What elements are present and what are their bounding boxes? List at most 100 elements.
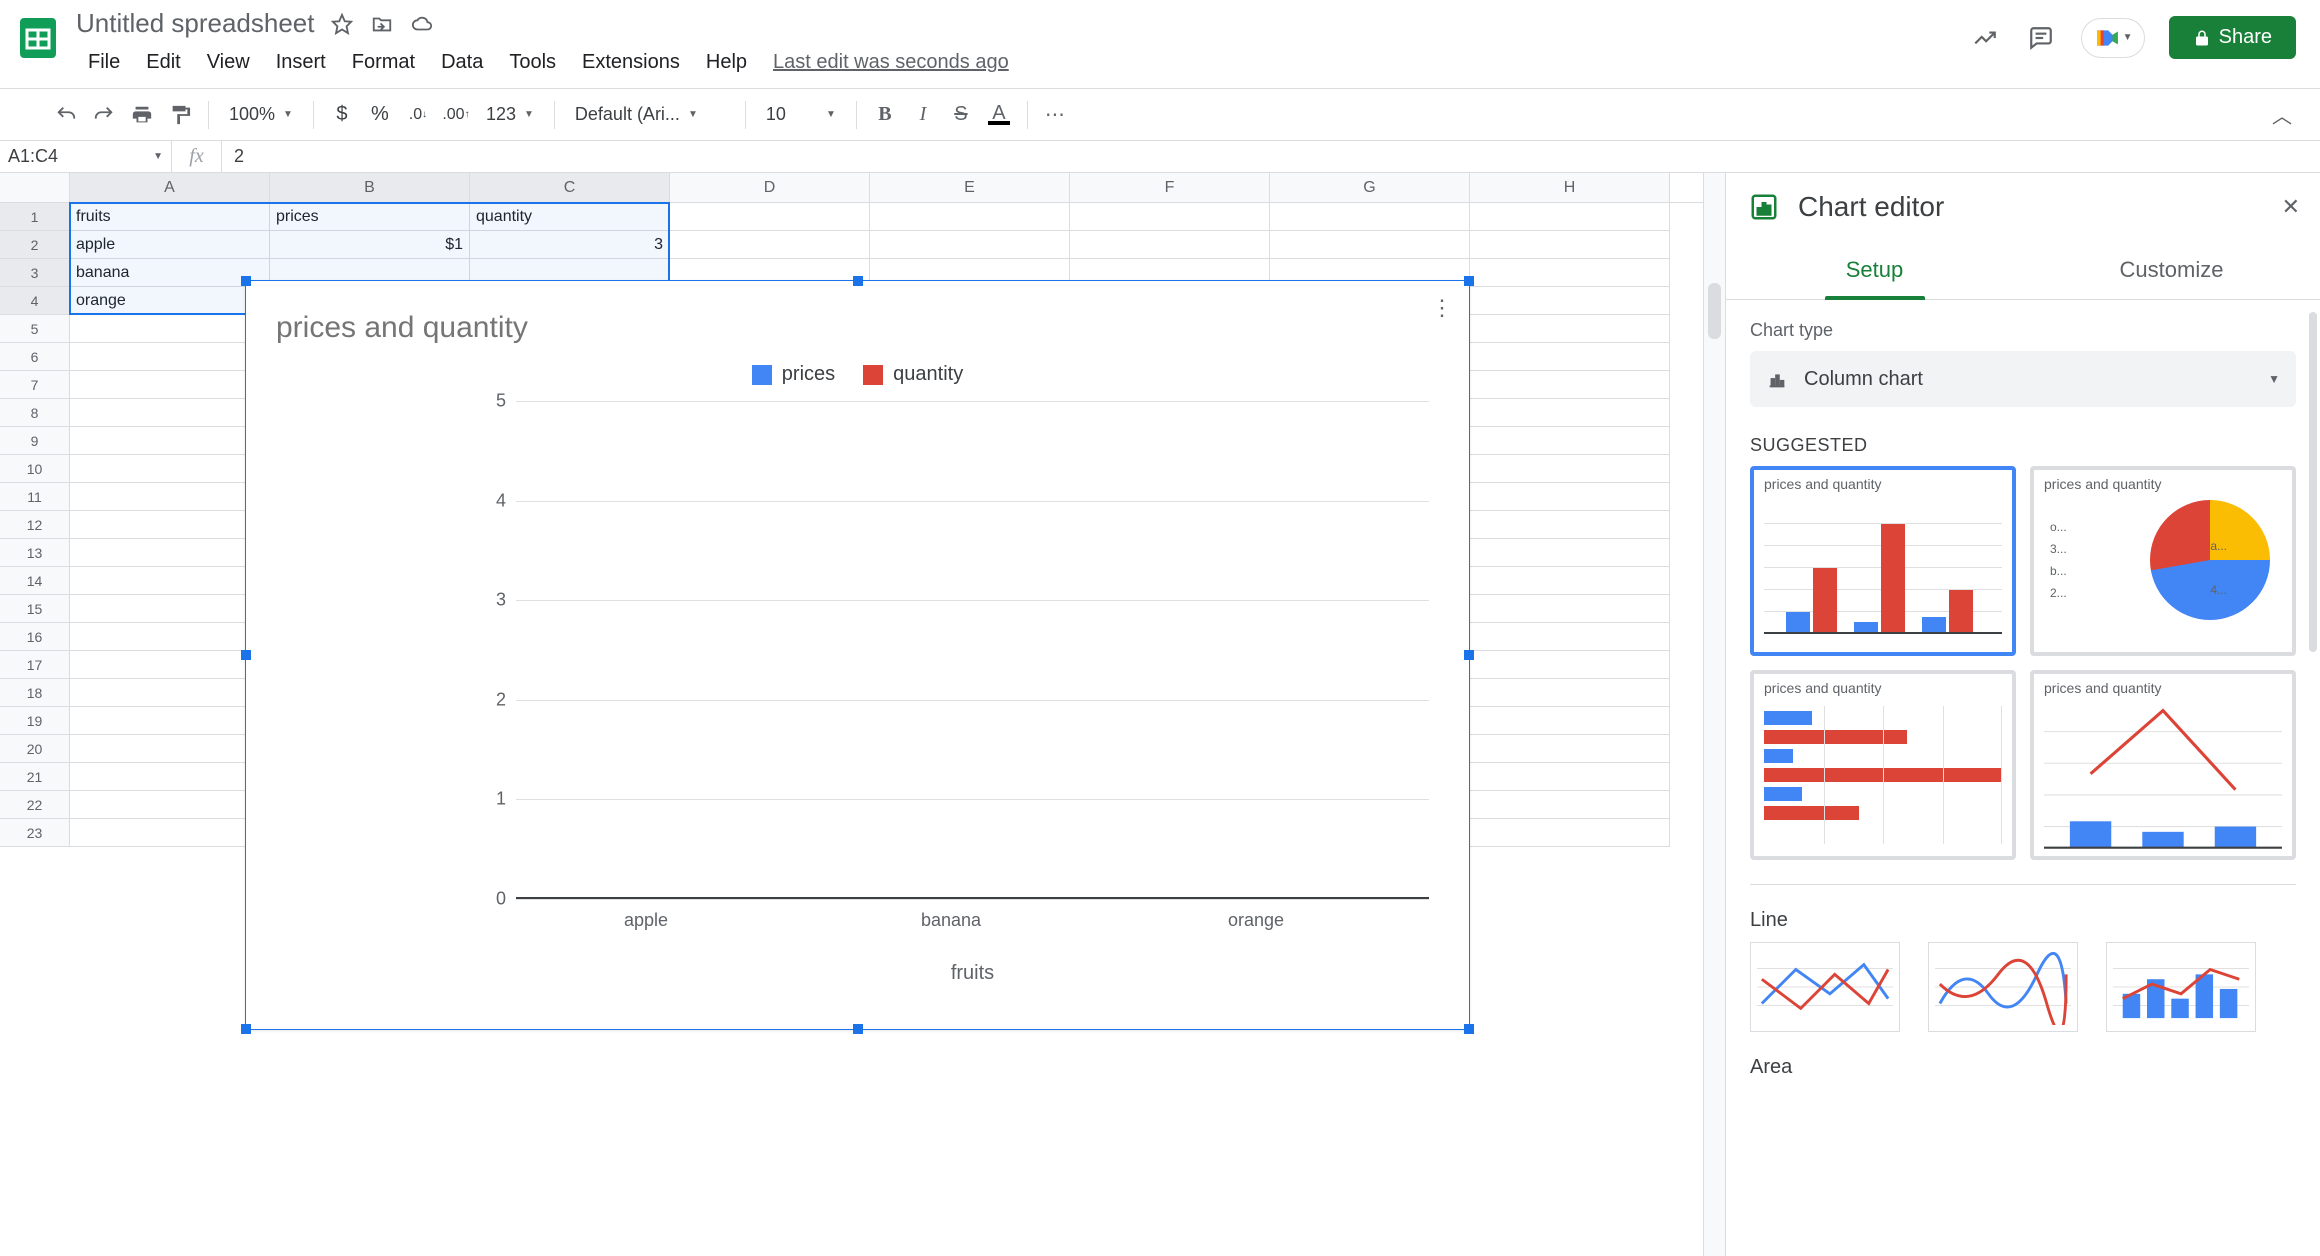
cell-A2[interactable]: apple	[70, 231, 270, 259]
collapse-toolbar-button[interactable]: ︿	[2272, 100, 2292, 129]
italic-button[interactable]: I	[905, 97, 941, 133]
cell-H14[interactable]	[1470, 567, 1670, 595]
cell-H9[interactable]	[1470, 427, 1670, 455]
cell-H6[interactable]	[1470, 343, 1670, 371]
bold-button[interactable]: B	[867, 97, 903, 133]
menu-edit[interactable]: Edit	[134, 45, 192, 80]
chart-resize-handle[interactable]	[853, 276, 863, 286]
print-button[interactable]	[124, 97, 160, 133]
cell-H8[interactable]	[1470, 399, 1670, 427]
suggested-pie-chart[interactable]: prices and quantity o... 3... b... 2... …	[2030, 466, 2296, 656]
row-header-17[interactable]: 17	[0, 651, 70, 679]
row-header-23[interactable]: 23	[0, 819, 70, 847]
scroll-thumb[interactable]	[1708, 283, 1721, 339]
tab-setup[interactable]: Setup	[1726, 241, 2023, 299]
row-header-22[interactable]: 22	[0, 791, 70, 819]
cell-E1[interactable]	[870, 203, 1070, 231]
number-format-select[interactable]: 123▼	[476, 97, 544, 133]
menu-tools[interactable]: Tools	[497, 45, 568, 80]
cell-A3[interactable]: banana	[70, 259, 270, 287]
move-icon[interactable]	[370, 12, 394, 36]
row-header-5[interactable]: 5	[0, 315, 70, 343]
panel-scroll-thumb[interactable]	[2309, 312, 2317, 652]
col-header-H[interactable]: H	[1470, 173, 1670, 202]
close-icon[interactable]: ✕	[2282, 194, 2300, 220]
cell-H11[interactable]	[1470, 483, 1670, 511]
cell-H10[interactable]	[1470, 455, 1670, 483]
cell-B1[interactable]: prices	[270, 203, 470, 231]
percent-button[interactable]: %	[362, 97, 398, 133]
menu-view[interactable]: View	[195, 45, 262, 80]
line-chart-option-3[interactable]	[2106, 942, 2256, 1032]
cell-A13[interactable]	[70, 539, 270, 567]
cell-D1[interactable]	[670, 203, 870, 231]
cell-A16[interactable]	[70, 623, 270, 651]
formula-bar[interactable]: 2	[222, 141, 2320, 172]
cell-A19[interactable]	[70, 707, 270, 735]
vertical-scrollbar[interactable]	[1703, 173, 1725, 1256]
cell-F1[interactable]	[1070, 203, 1270, 231]
cell-H17[interactable]	[1470, 651, 1670, 679]
chart-resize-handle[interactable]	[1464, 650, 1474, 660]
cell-A17[interactable]	[70, 651, 270, 679]
row-header-20[interactable]: 20	[0, 735, 70, 763]
cloud-icon[interactable]	[410, 12, 434, 36]
row-header-21[interactable]: 21	[0, 763, 70, 791]
row-header-9[interactable]: 9	[0, 427, 70, 455]
cell-A1[interactable]: fruits	[70, 203, 270, 231]
row-header-13[interactable]: 13	[0, 539, 70, 567]
decrease-decimal-button[interactable]: .0↓	[400, 97, 436, 133]
col-header-G[interactable]: G	[1270, 173, 1470, 202]
menu-insert[interactable]: Insert	[264, 45, 338, 80]
share-button[interactable]: Share	[2169, 16, 2296, 59]
row-header-2[interactable]: 2	[0, 231, 70, 259]
col-header-C[interactable]: C	[470, 173, 670, 202]
cell-H4[interactable]	[1470, 287, 1670, 315]
row-header-11[interactable]: 11	[0, 483, 70, 511]
cell-A22[interactable]	[70, 791, 270, 819]
undo-button[interactable]	[48, 97, 84, 133]
embedded-chart[interactable]: ⋮ prices and quantity prices quantity fr…	[245, 280, 1470, 1030]
menu-help[interactable]: Help	[694, 45, 759, 80]
cell-A15[interactable]	[70, 595, 270, 623]
row-header-14[interactable]: 14	[0, 567, 70, 595]
suggested-column-chart[interactable]: prices and quantity	[1750, 466, 2016, 656]
cell-A6[interactable]	[70, 343, 270, 371]
col-header-D[interactable]: D	[670, 173, 870, 202]
row-header-3[interactable]: 3	[0, 259, 70, 287]
cell-H22[interactable]	[1470, 791, 1670, 819]
line-chart-option-1[interactable]	[1750, 942, 1900, 1032]
chart-type-select[interactable]: Column chart ▼	[1750, 351, 2296, 407]
sheets-logo[interactable]	[12, 12, 64, 64]
menu-data[interactable]: Data	[429, 45, 495, 80]
cell-A9[interactable]	[70, 427, 270, 455]
cell-H2[interactable]	[1470, 231, 1670, 259]
menu-extensions[interactable]: Extensions	[570, 45, 692, 80]
comments-icon[interactable]	[2025, 22, 2057, 54]
name-box[interactable]: ▼	[0, 141, 172, 172]
row-header-8[interactable]: 8	[0, 399, 70, 427]
select-all-corner[interactable]	[0, 173, 70, 202]
chart-resize-handle[interactable]	[1464, 1024, 1474, 1034]
cell-H5[interactable]	[1470, 315, 1670, 343]
cell-A11[interactable]	[70, 483, 270, 511]
chart-resize-handle[interactable]	[1464, 276, 1474, 286]
col-header-B[interactable]: B	[270, 173, 470, 202]
activity-icon[interactable]	[1969, 22, 2001, 54]
cell-H15[interactable]	[1470, 595, 1670, 623]
row-header-1[interactable]: 1	[0, 203, 70, 231]
cell-H19[interactable]	[1470, 707, 1670, 735]
chart-resize-handle[interactable]	[853, 1024, 863, 1034]
col-header-F[interactable]: F	[1070, 173, 1270, 202]
cell-A18[interactable]	[70, 679, 270, 707]
strike-button[interactable]: S	[943, 97, 979, 133]
chart-title[interactable]: prices and quantity	[246, 281, 1469, 353]
more-tools-button[interactable]: ⋯	[1038, 97, 1074, 133]
cell-A10[interactable]	[70, 455, 270, 483]
cell-A7[interactable]	[70, 371, 270, 399]
cell-B2[interactable]: $1	[270, 231, 470, 259]
cell-A5[interactable]	[70, 315, 270, 343]
cell-C2[interactable]: 3	[470, 231, 670, 259]
redo-button[interactable]	[86, 97, 122, 133]
name-box-input[interactable]	[0, 146, 130, 167]
